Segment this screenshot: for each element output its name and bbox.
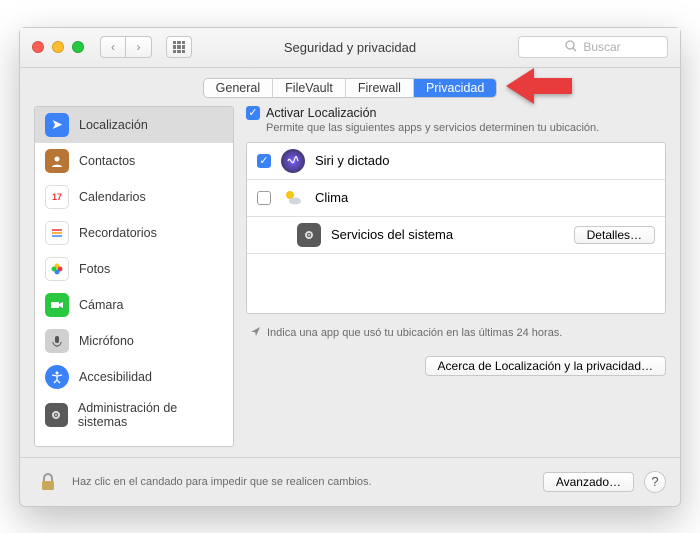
sidebar-item-camera[interactable]: Cámara <box>35 287 233 323</box>
close-window-button[interactable] <box>32 41 44 53</box>
about-location-button[interactable]: Acerca de Localización y la privacidad… <box>425 356 666 376</box>
tab-filevault[interactable]: FileVault <box>273 79 346 97</box>
app-name: Clima <box>315 190 348 205</box>
lock-text: Haz clic en el candado para impedir que … <box>72 476 372 488</box>
show-all-button[interactable] <box>166 36 192 58</box>
lock-button[interactable] <box>34 468 62 496</box>
app-row-weather: Clima <box>247 180 665 217</box>
search-icon <box>565 40 577 55</box>
note-text: Indica una app que usó tu ubicación en l… <box>267 327 562 339</box>
weather-icon <box>281 186 305 210</box>
location-note: Indica una app que usó tu ubicación en l… <box>246 326 666 340</box>
prefs-window: ‹ › Seguridad y privacidad Buscar Genera… <box>19 27 681 507</box>
app-checkbox-weather[interactable] <box>257 191 271 205</box>
sidebar-item-label: Cámara <box>79 298 123 312</box>
back-button[interactable]: ‹ <box>100 36 126 58</box>
app-name: Siri y dictado <box>315 153 389 168</box>
tab-firewall[interactable]: Firewall <box>346 79 414 97</box>
apps-list: ✓ Siri y dictado Clima <box>246 142 666 314</box>
privacy-sidebar: ➤ Localización Contactos 17 Calendarios … <box>34 106 234 447</box>
about-row: Acerca de Localización y la privacidad… <box>246 356 666 376</box>
sidebar-item-label: Administración de sistemas <box>78 401 223 429</box>
photos-icon <box>45 257 69 281</box>
location-arrow-icon <box>250 326 261 340</box>
help-button[interactable]: ? <box>644 471 666 493</box>
contacts-icon <box>45 149 69 173</box>
sidebar-item-photos[interactable]: Fotos <box>35 251 233 287</box>
tab-privacy[interactable]: Privacidad <box>414 79 496 97</box>
gear-icon <box>45 403 68 427</box>
zoom-window-button[interactable] <box>72 41 84 53</box>
footer-right: Avanzado… ? <box>543 471 666 493</box>
sidebar-item-label: Calendarios <box>79 190 146 204</box>
system-services-label: Servicios del sistema <box>331 227 453 242</box>
sidebar-item-label: Contactos <box>79 154 135 168</box>
location-icon: ➤ <box>45 113 69 137</box>
help-icon: ? <box>651 474 658 489</box>
sidebar-item-label: Fotos <box>79 262 110 276</box>
advanced-button[interactable]: Avanzado… <box>543 472 634 492</box>
sidebar-item-label: Recordatorios <box>79 226 157 240</box>
activate-label: Activar Localización <box>266 106 376 120</box>
camera-icon <box>45 293 69 317</box>
tabs-segmented: General FileVault Firewall Privacidad <box>203 78 498 98</box>
reminders-icon <box>45 221 69 245</box>
content-area: ➤ Localización Contactos 17 Calendarios … <box>20 106 680 457</box>
main-panel: ✓ Activar Localización Permite que las s… <box>246 106 666 447</box>
sidebar-item-location[interactable]: ➤ Localización <box>35 107 233 143</box>
app-checkbox-siri[interactable]: ✓ <box>257 154 271 168</box>
sidebar-item-calendars[interactable]: 17 Calendarios <box>35 179 233 215</box>
sidebar-item-label: Accesibilidad <box>79 370 152 384</box>
microphone-icon <box>45 329 69 353</box>
search-input[interactable]: Buscar <box>518 36 668 58</box>
sidebar-item-reminders[interactable]: Recordatorios <box>35 215 233 251</box>
sidebar-item-system-admin[interactable]: Administración de sistemas <box>35 395 233 435</box>
app-row-siri: ✓ Siri y dictado <box>247 143 665 180</box>
accessibility-icon <box>45 365 69 389</box>
activate-location-checkbox[interactable]: ✓ <box>246 106 260 120</box>
sidebar-item-label: Localización <box>79 118 148 132</box>
sidebar-item-label: Micrófono <box>79 334 134 348</box>
minimize-window-button[interactable] <box>52 41 64 53</box>
traffic-lights <box>32 41 84 53</box>
app-row-system-services: Servicios del sistema Detalles… <box>247 217 665 254</box>
tabs-row: General FileVault Firewall Privacidad <box>20 68 680 106</box>
gear-icon <box>297 223 321 247</box>
nav-buttons: ‹ › <box>100 36 152 58</box>
siri-icon <box>281 149 305 173</box>
search-placeholder: Buscar <box>583 40 620 54</box>
sidebar-item-contacts[interactable]: Contactos <box>35 143 233 179</box>
titlebar: ‹ › Seguridad y privacidad Buscar <box>20 28 680 68</box>
footer: Haz clic en el candado para impedir que … <box>20 457 680 506</box>
chevron-left-icon: ‹ <box>111 40 115 54</box>
sidebar-item-microphone[interactable]: Micrófono <box>35 323 233 359</box>
details-button[interactable]: Detalles… <box>574 226 655 244</box>
permit-text: Permite que las siguientes apps y servic… <box>266 122 666 134</box>
forward-button[interactable]: › <box>126 36 152 58</box>
chevron-right-icon: › <box>137 40 141 54</box>
grid-icon <box>173 41 185 53</box>
sidebar-item-accessibility[interactable]: Accesibilidad <box>35 359 233 395</box>
calendar-icon: 17 <box>45 185 69 209</box>
activate-location-row: ✓ Activar Localización <box>246 106 666 120</box>
tab-general[interactable]: General <box>204 79 273 97</box>
